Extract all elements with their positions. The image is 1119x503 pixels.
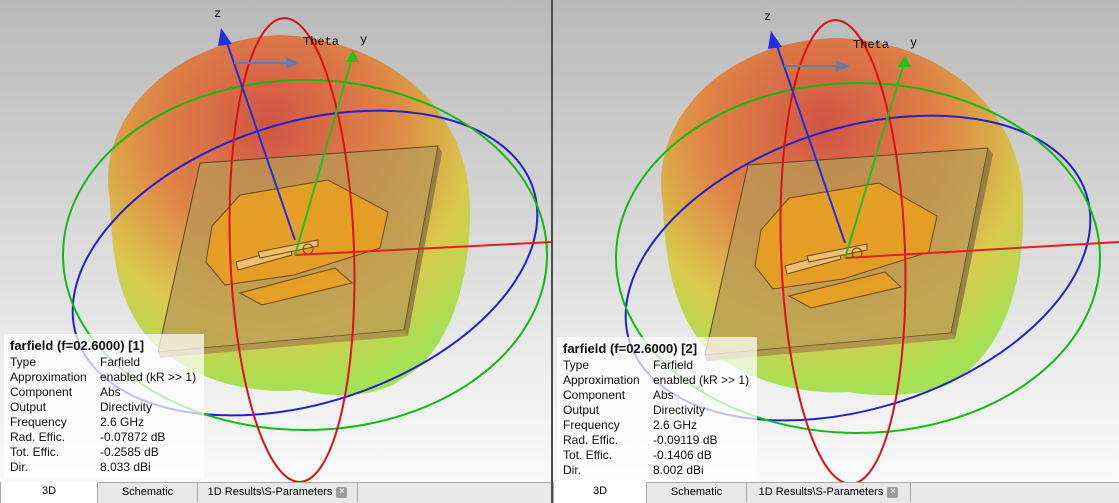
info-key: Output xyxy=(10,400,47,414)
info-key: Tot. Effic. xyxy=(10,445,60,459)
info-value: enabled (kR >> 1) xyxy=(653,373,750,387)
info-key: Component xyxy=(563,388,626,402)
info-row: Component Abs xyxy=(10,385,204,400)
tab-1d-results-label: 1D Results\S-Parameters xyxy=(207,486,333,498)
theta-label: Theta xyxy=(853,38,890,52)
info-key: Rad. Effic. xyxy=(563,433,619,447)
info-value: Abs xyxy=(653,388,674,402)
info-key: Type xyxy=(10,355,37,369)
info-key: Output xyxy=(563,403,600,417)
close-icon[interactable]: × xyxy=(336,486,348,498)
info-row: Rad. Effic. -0.07872 dB xyxy=(10,430,204,445)
info-value: Farfield xyxy=(653,358,694,372)
info-key: Type xyxy=(563,358,590,372)
info-row: Tot. Effic. -0.2585 dB xyxy=(10,445,204,460)
info-value: Abs xyxy=(100,385,121,399)
tab-1d-results[interactable]: 1D Results\S-Parameters × xyxy=(198,483,358,502)
view-tab-bar: 3D Schematic 1D Results\S-Parameters × xyxy=(0,482,553,503)
tab-1d-results[interactable]: 1D Results\S-Parameters × xyxy=(747,483,911,502)
z-axis-label: z xyxy=(764,10,772,24)
info-value: 8.002 dBi xyxy=(653,463,704,477)
info-key: Dir. xyxy=(563,463,581,477)
info-row: Dir. 8.033 dBi xyxy=(10,460,204,475)
info-row: Tot. Effic. -0.1406 dB xyxy=(563,448,757,463)
farfield-info-box: farfield (f=02.6000) [2] Type Farfield Ap… xyxy=(557,337,757,482)
farfield-pane-1: z Theta y farfield (f=02.6000) [1] Type F… xyxy=(0,0,553,503)
info-row: Rad. Effic. -0.09119 dB xyxy=(563,433,757,448)
info-key: Frequency xyxy=(10,415,67,429)
3d-viewport[interactable]: z Theta y farfield (f=02.6000) [2] Type F… xyxy=(553,0,1119,483)
info-value: enabled (kR >> 1) xyxy=(100,370,197,384)
info-row: Approximation enabled (kR >> 1) xyxy=(10,370,204,385)
tab-3d[interactable]: 3D xyxy=(553,482,647,503)
info-value: Directivity xyxy=(653,403,706,417)
info-value: -0.2585 dB xyxy=(100,445,159,459)
z-axis-label: z xyxy=(214,7,222,21)
info-key: Approximation xyxy=(10,370,87,384)
info-value: Directivity xyxy=(100,400,153,414)
info-key: Frequency xyxy=(563,418,620,432)
info-row: Dir. 8.002 dBi xyxy=(563,463,757,478)
farfield-info-box: farfield (f=02.6000) [1] Type Farfield Ap… xyxy=(4,334,204,479)
info-row: Type Farfield xyxy=(10,355,204,370)
tab-schematic[interactable]: Schematic xyxy=(647,483,747,502)
info-row: Approximation enabled (kR >> 1) xyxy=(563,373,757,388)
view-tab-bar: 3D Schematic 1D Results\S-Parameters × xyxy=(553,482,1119,503)
info-value: -0.09119 dB xyxy=(653,433,718,447)
info-value: -0.07872 dB xyxy=(100,430,166,444)
info-key: Dir. xyxy=(10,460,28,474)
info-row: Type Farfield xyxy=(563,358,757,373)
farfield-title: farfield (f=02.6000) [1] xyxy=(10,338,145,353)
info-value: 2.6 GHz xyxy=(100,415,145,429)
info-key: Rad. Effic. xyxy=(10,430,66,444)
info-value: 2.6 GHz xyxy=(653,418,698,432)
info-key: Tot. Effic. xyxy=(563,448,613,462)
info-row: Frequency 2.6 GHz xyxy=(10,415,204,430)
info-row: Output Directivity xyxy=(10,400,204,415)
info-row: Output Directivity xyxy=(563,403,757,418)
info-value: 8.033 dBi xyxy=(100,460,151,474)
tab-3d[interactable]: 3D xyxy=(0,482,98,503)
close-icon[interactable]: × xyxy=(887,486,899,498)
tab-schematic[interactable]: Schematic xyxy=(98,483,198,502)
farfield-pane-2: z Theta y farfield (f=02.6000) [2] Type F… xyxy=(553,0,1119,503)
info-value: -0.1406 dB xyxy=(653,448,712,462)
y-axis-label: y xyxy=(910,36,918,50)
info-row: Component Abs xyxy=(563,388,757,403)
info-row: Frequency 2.6 GHz xyxy=(563,418,757,433)
info-key: Approximation xyxy=(563,373,640,387)
3d-viewport[interactable]: z Theta y farfield (f=02.6000) [1] Type F… xyxy=(0,0,553,483)
info-key: Component xyxy=(10,385,73,399)
info-value: Farfield xyxy=(100,355,141,369)
farfield-title: farfield (f=02.6000) [2] xyxy=(563,341,698,356)
y-axis-label: y xyxy=(360,33,368,47)
tab-1d-results-label: 1D Results\S-Parameters xyxy=(758,486,884,498)
theta-label: Theta xyxy=(303,35,340,49)
